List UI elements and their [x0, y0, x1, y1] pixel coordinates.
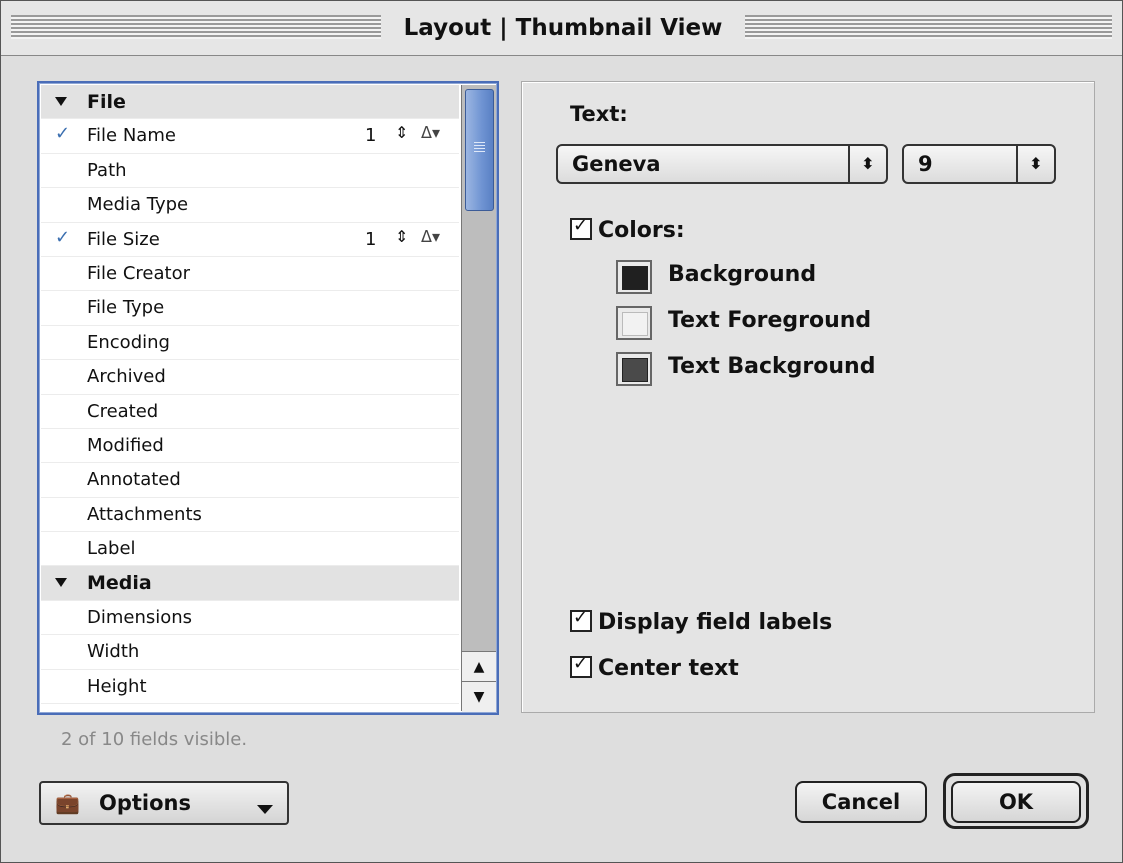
checkmark-icon[interactable]: ✓ — [55, 123, 70, 144]
title-bar[interactable]: Layout | Thumbnail View — [1, 1, 1122, 56]
text-foreground-color-swatch[interactable] — [616, 306, 652, 340]
group-label: Media — [87, 572, 152, 595]
list-item-label: File Type — [87, 297, 165, 319]
fields-visible-status: 2 of 10 fields visible. — [61, 729, 248, 750]
list-item-label: Media Type — [87, 194, 189, 216]
checkbox-box[interactable]: ✓ — [570, 215, 592, 240]
list-item-label: Archived — [87, 366, 166, 388]
ok-button[interactable]: OK — [951, 781, 1081, 823]
list-item-label: Modified — [87, 434, 164, 456]
cancel-button[interactable]: Cancel — [795, 781, 927, 823]
list-item-label: File Creator — [87, 262, 190, 284]
text-background-color-label: Text Background — [668, 354, 876, 379]
list-item-label: Height — [87, 675, 147, 697]
list-item-archived[interactable]: Archived — [41, 360, 459, 395]
vertical-scrollbar[interactable]: ▲ ▼ — [461, 85, 496, 712]
disclosure-triangle-icon[interactable] — [55, 97, 67, 106]
list-item-label: Annotated — [87, 469, 181, 491]
field-list: File ✓ File Name 1 ⇕ ᐃ▾ Path Media Type … — [41, 85, 459, 711]
list-item-file-name[interactable]: ✓ File Name 1 ⇕ ᐃ▾ — [41, 119, 459, 154]
group-header-media[interactable]: Media — [41, 566, 459, 601]
list-item-label: Dimensions — [87, 606, 193, 628]
up-down-arrows-icon: ⬍ — [848, 146, 886, 182]
layout-dialog: Layout | Thumbnail View File ✓ File Name… — [0, 0, 1123, 863]
title-bar-stripes-left — [11, 15, 381, 39]
checkmark-icon[interactable]: ✓ — [55, 227, 70, 248]
font-size-select-value: 9 — [918, 152, 933, 176]
colors-checkbox-label: Colors: — [598, 218, 685, 243]
list-item-height[interactable]: Height — [41, 670, 459, 705]
group-header-file[interactable]: File — [41, 85, 459, 120]
line-count: 1 — [365, 125, 377, 147]
display-field-labels-label: Display field labels — [598, 610, 833, 635]
font-size-select[interactable]: 9 ⬍ — [902, 144, 1056, 184]
colors-checkbox[interactable]: ✓ Colors: — [570, 215, 685, 246]
display-field-labels-checkbox[interactable]: ✓ Display field labels — [570, 607, 833, 638]
list-item-path[interactable]: Path — [41, 154, 459, 189]
list-item-attachments[interactable]: Attachments — [41, 498, 459, 533]
list-item-label: Encoding — [87, 331, 170, 353]
up-down-arrows-icon: ⬍ — [1016, 146, 1054, 182]
title-bar-stripes-right — [745, 15, 1112, 39]
text-background-color-swatch[interactable] — [616, 352, 652, 386]
background-color-swatch[interactable] — [616, 260, 652, 294]
list-item-label: Attachments — [87, 503, 202, 525]
swatch-fill — [622, 312, 648, 336]
font-select[interactable]: Geneva ⬍ — [556, 144, 888, 184]
list-item-label: Created — [87, 400, 159, 422]
text-foreground-color-label: Text Foreground — [668, 308, 872, 333]
list-item-file-size[interactable]: ✓ File Size 1 ⇕ ᐃ▾ — [41, 223, 459, 257]
text-label: Text: — [570, 102, 628, 126]
briefcase-icon: 💼 — [55, 791, 80, 815]
checkmark-icon: ✓ — [573, 215, 589, 236]
list-item-file-creator[interactable]: File Creator — [41, 257, 459, 292]
checkbox-box[interactable]: ✓ — [570, 607, 592, 632]
up-down-stepper-icon[interactable]: ⇕ — [395, 123, 408, 142]
background-color-label: Background — [668, 262, 817, 287]
checkmark-icon: ✓ — [573, 607, 589, 628]
scroll-down-button[interactable]: ▼ — [462, 681, 496, 712]
center-text-checkbox[interactable]: ✓ Center text — [570, 653, 739, 684]
list-item-modified[interactable]: Modified — [41, 429, 459, 464]
list-item-dimensions[interactable]: Dimensions — [41, 601, 459, 636]
font-select-value: Geneva — [572, 152, 661, 176]
checkmark-icon: ✓ — [573, 653, 589, 674]
list-item-media-type[interactable]: Media Type — [41, 188, 459, 223]
list-item-encoding[interactable]: Encoding — [41, 326, 459, 361]
group-label: File — [87, 91, 126, 113]
list-item-label: File Name — [87, 125, 176, 147]
list-item-file-type[interactable]: File Type — [41, 291, 459, 326]
disclosure-triangle-icon[interactable] — [55, 578, 67, 588]
center-text-label: Center text — [598, 656, 739, 681]
field-list-panel: File ✓ File Name 1 ⇕ ᐃ▾ Path Media Type … — [37, 81, 499, 715]
options-button[interactable]: 💼 Options — [39, 781, 289, 825]
text-style-icon[interactable]: ᐃ▾ — [421, 123, 440, 142]
swatch-fill — [622, 358, 648, 382]
text-style-icon[interactable]: ᐃ▾ — [421, 227, 440, 246]
display-settings-panel: Text: Geneva ⬍ 9 ⬍ ✓ Colors: Background T… — [521, 81, 1095, 713]
list-item-label: File Size — [87, 228, 160, 250]
chevron-down-icon — [257, 805, 273, 814]
up-down-stepper-icon[interactable]: ⇕ — [395, 227, 408, 246]
list-item-annotated[interactable]: Annotated — [41, 463, 459, 498]
list-item-label: Width — [87, 641, 140, 663]
scrollbar-thumb[interactable] — [465, 89, 494, 211]
list-item-created[interactable]: Created — [41, 395, 459, 429]
swatch-fill — [622, 266, 648, 290]
checkbox-box[interactable]: ✓ — [570, 653, 592, 678]
grip-icon — [474, 142, 485, 154]
list-item-label-field[interactable]: Label — [41, 532, 459, 567]
scroll-up-button[interactable]: ▲ — [462, 651, 496, 682]
options-button-label: Options — [99, 791, 191, 815]
list-item-label: Label — [87, 538, 136, 560]
list-item-width[interactable]: Width — [41, 635, 459, 670]
window-title: Layout | Thumbnail View — [403, 15, 723, 41]
list-item-label: Path — [87, 159, 127, 181]
line-count: 1 — [365, 228, 377, 250]
